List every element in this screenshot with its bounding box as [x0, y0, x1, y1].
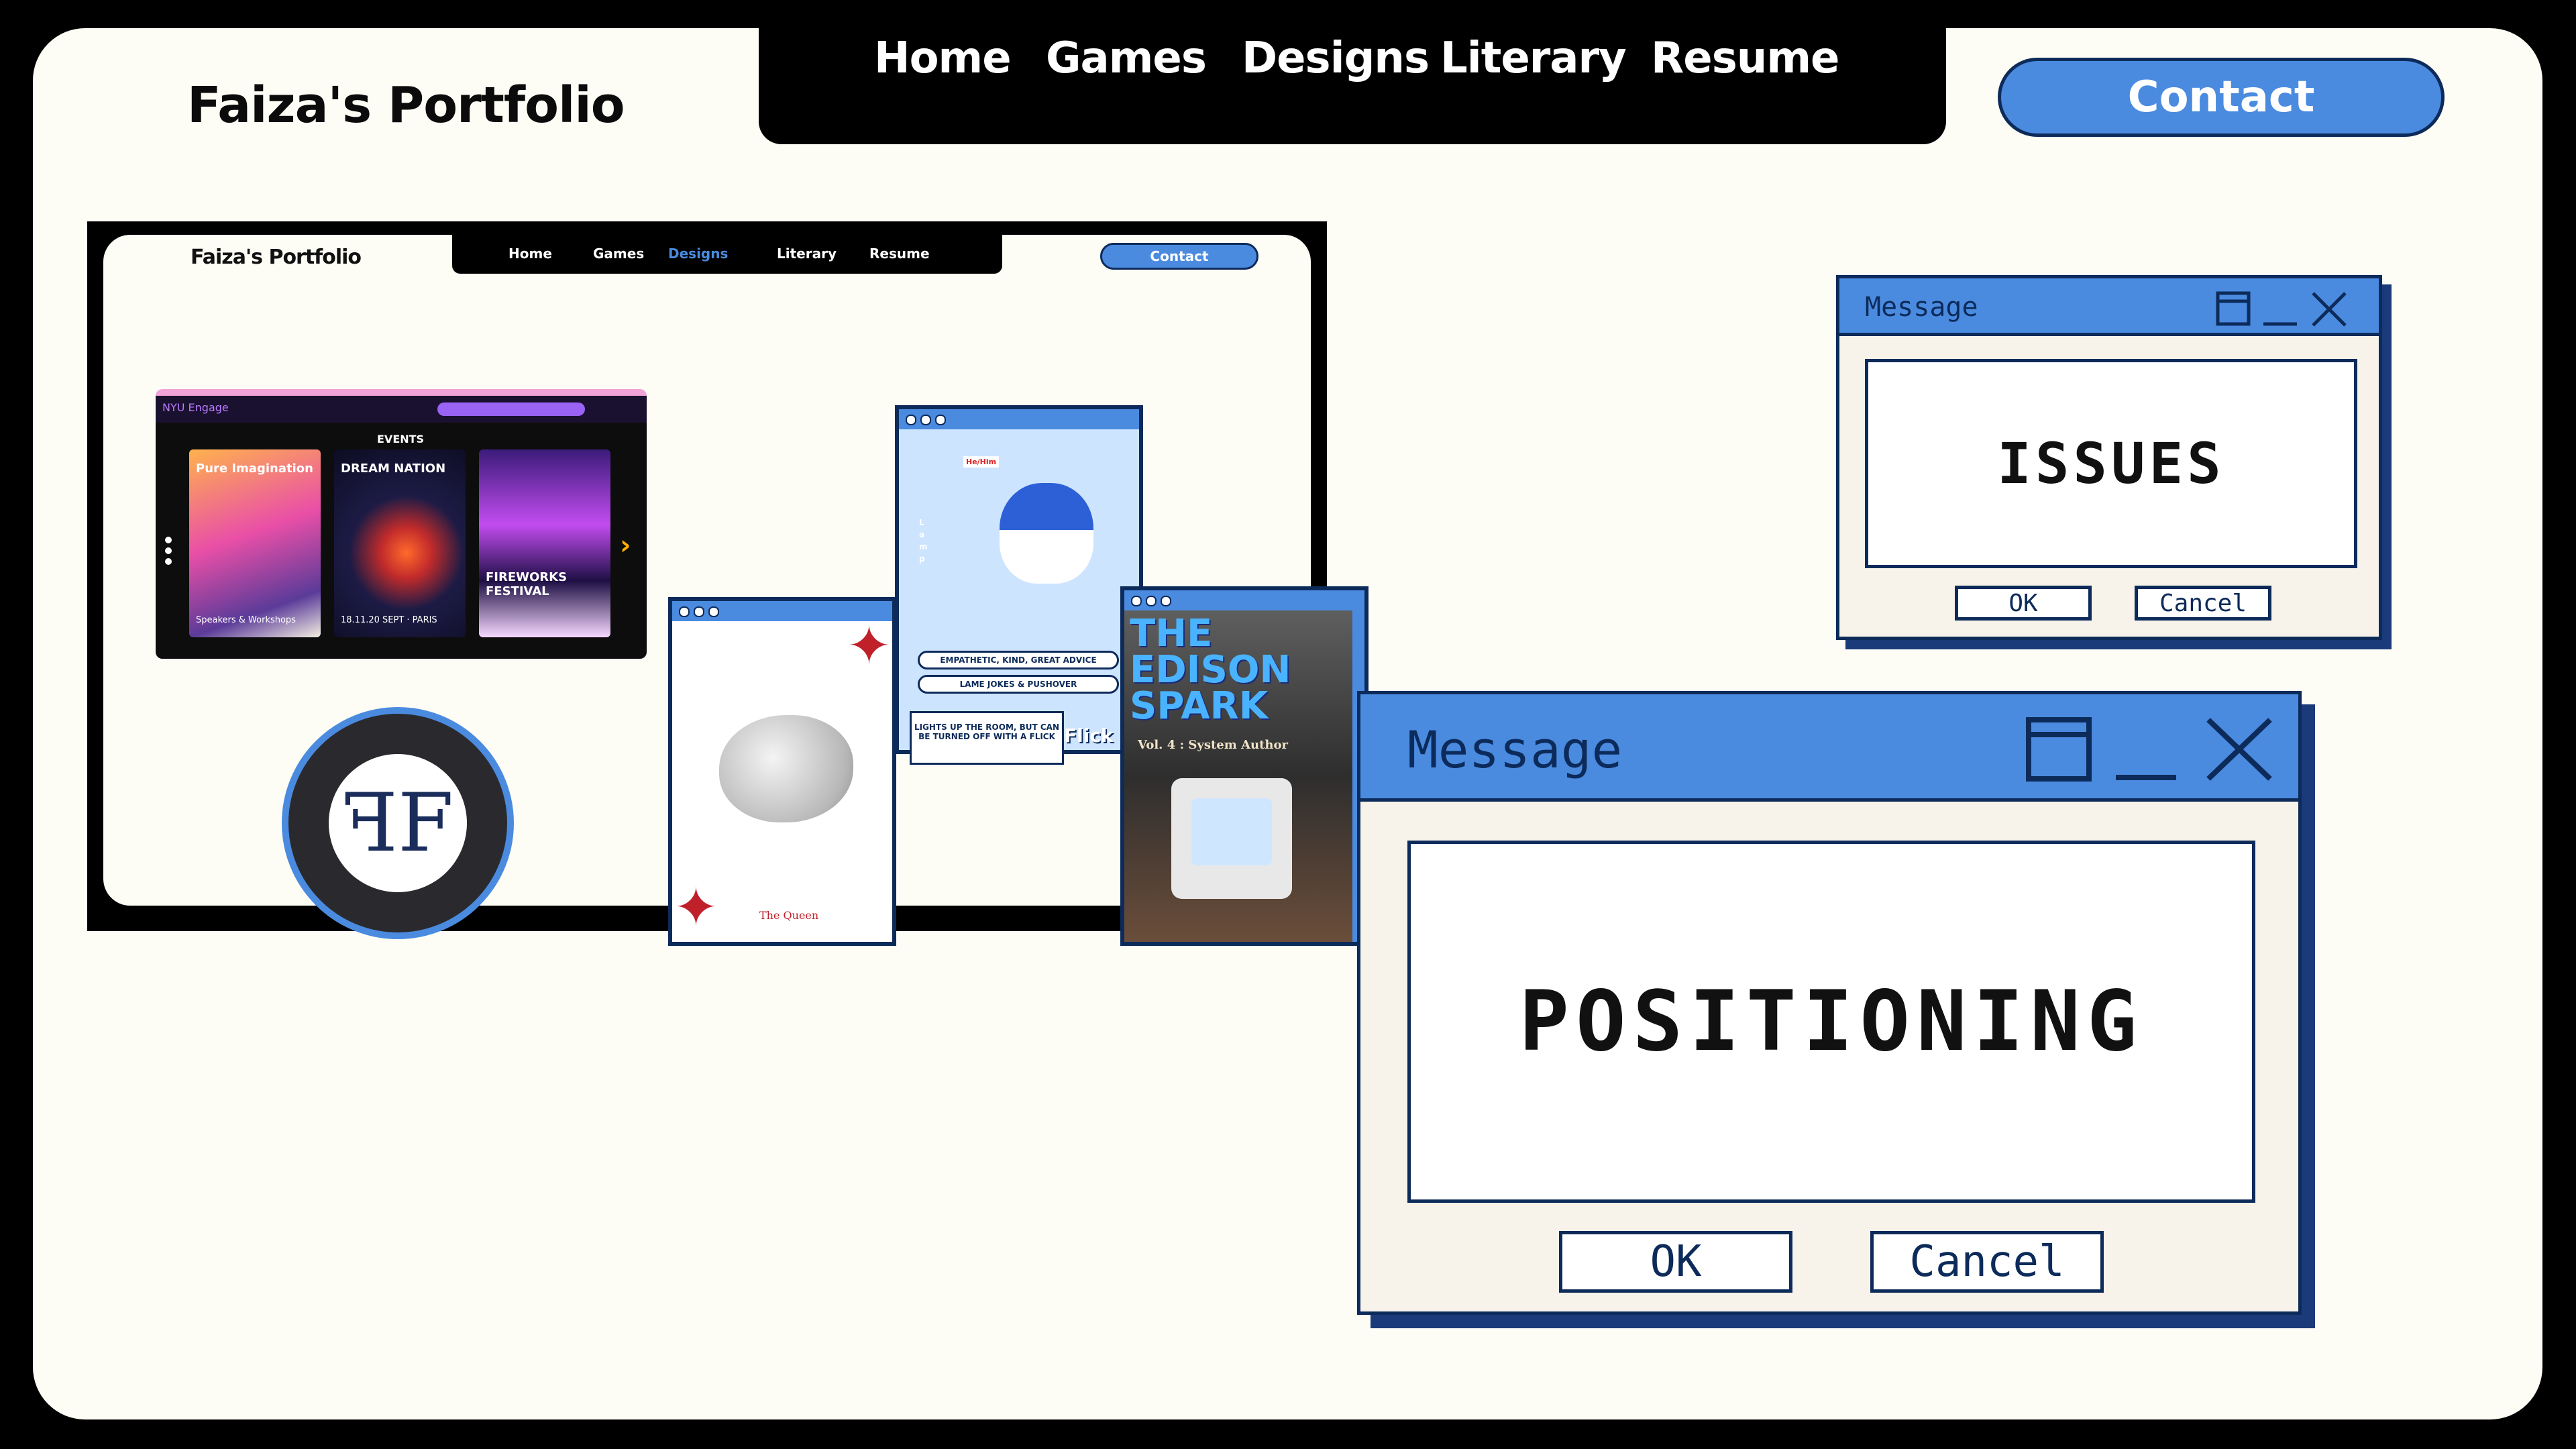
edison-title-line: THE [1130, 612, 1213, 655]
edison-title: THE EDISON SPARK [1130, 612, 1291, 728]
poster-pure-imagination: Pure Imagination Speakers & Workshops [189, 449, 321, 637]
poster-title: FIREWORKS FESTIVAL [486, 570, 568, 598]
dialog-positioning: Message POSITIONING OK Cancel [1357, 691, 2315, 1328]
cancel-button[interactable]: Cancel [2135, 586, 2271, 621]
dialog-message: ISSUES [1865, 359, 2357, 568]
portfolio-logo: ꟻF [282, 707, 514, 939]
poster-dream-nation: DREAM NATION 18.11.20 SEPT · PARIS [334, 449, 466, 637]
brain-illustration [719, 715, 853, 822]
sparkle-icon: ✦ [847, 614, 892, 677]
nav-designs[interactable]: Designs [1242, 34, 1430, 83]
poster-fireworks: FIREWORKS FESTIVAL [479, 449, 610, 637]
mini-nav-resume: Resume [869, 246, 930, 262]
portfolio-screenshot: Faiza's Portfolio Home Games Designs Lit… [87, 221, 1368, 946]
trait-pill: LAME JOKES & PUSHOVER [918, 675, 1119, 694]
engage-search-bar [437, 402, 585, 416]
nav-games[interactable]: Games [1046, 34, 1207, 83]
mini-nav-literary: Literary [777, 246, 837, 262]
mini-contact-button: Contact [1100, 243, 1258, 270]
close-icon[interactable] [2310, 290, 2351, 328]
edison-subtitle: Vol. 4 : System Author [1138, 738, 1289, 752]
quote-bubble: LIGHTS UP THE ROOM, BUT CAN BE TURNED OF… [910, 711, 1064, 765]
nav-home[interactable]: Home [874, 34, 1012, 83]
minimize-icon[interactable] [2261, 290, 2301, 328]
retro-computer-illustration [1171, 778, 1292, 899]
character-face [1000, 483, 1093, 584]
site-brand[interactable]: Faiza's Portfolio [187, 76, 625, 134]
maximize-icon[interactable] [2025, 716, 2098, 783]
engage-toolbar: NYU Engage [156, 396, 647, 423]
carousel-dots-icon [165, 537, 173, 569]
dialog-title: Message [1407, 720, 1623, 780]
lamp-card-window: He/Him Lamp EMPATHETIC, KIND, GREAT ADVI… [895, 405, 1143, 765]
logo-monogram-icon: ꟻF [329, 754, 467, 892]
edison-card-window: THE EDISON SPARK Vol. 4 : System Author [1120, 586, 1368, 946]
mini-nav-designs: Designs [668, 246, 729, 262]
events-label: EVENTS [377, 433, 425, 445]
poster-title: DREAM NATION [341, 462, 446, 476]
lamp-side-label: Lamp [919, 518, 928, 564]
minimize-icon[interactable] [2112, 716, 2186, 783]
mini-nav: Home Games Designs Literary Resume [452, 233, 1002, 274]
dialog-message: POSITIONING [1407, 841, 2255, 1203]
mini-brand: Faiza's Portfolio [191, 246, 362, 269]
queen-card-window: ✦ ✦ The Queen [668, 597, 896, 946]
screenshot-page: Faiza's Portfolio Home Games Designs Lit… [103, 233, 1368, 946]
nav-literary[interactable]: Literary [1440, 34, 1627, 83]
queen-label: The Queen [759, 909, 819, 922]
edison-title-line: SPARK [1130, 684, 1269, 728]
sparkle-icon: ✦ [674, 876, 719, 938]
nav-resume[interactable]: Resume [1651, 34, 1839, 83]
dialog-issues: Message ISSUES OK Cancel [1836, 275, 2392, 649]
chevron-right-icon: › [620, 530, 631, 561]
dialog-title: Message [1865, 292, 1978, 323]
poster-footer: Speakers & Workshops [196, 615, 296, 625]
nyu-engage-mockup: NYU Engage EVENTS Pure Imagination Speak… [156, 389, 647, 659]
close-icon[interactable] [2203, 716, 2277, 783]
top-nav: Home Games Designs Literary Resume [759, 28, 1946, 144]
poster-title: Pure Imagination [196, 462, 313, 476]
edison-title-line: EDISON [1130, 648, 1291, 692]
engage-title: NYU Engage [162, 401, 229, 414]
maximize-icon[interactable] [2215, 290, 2255, 328]
mini-nav-games: Games [593, 246, 645, 262]
poster-footer: 18.11.20 SEPT · PARIS [341, 615, 437, 625]
cancel-button[interactable]: Cancel [1870, 1231, 2104, 1293]
contact-button[interactable]: Contact [1998, 58, 2445, 137]
ok-button[interactable]: OK [1955, 586, 2092, 621]
mini-nav-home: Home [508, 246, 552, 262]
pronoun-tag: He/Him [963, 456, 1000, 468]
ok-button[interactable]: OK [1559, 1231, 1792, 1293]
page-canvas: Faiza's Portfolio Home Games Designs Lit… [33, 28, 2542, 1419]
trait-pill: EMPATHETIC, KIND, GREAT ADVICE [918, 651, 1119, 669]
flick-sticker: Flick [1064, 724, 1114, 747]
